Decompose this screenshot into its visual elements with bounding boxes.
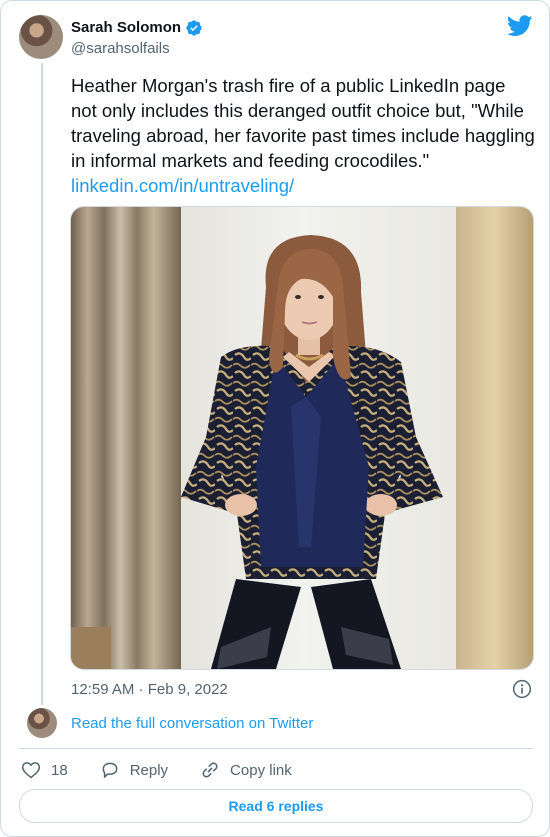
like-button[interactable]: 18 [21,760,68,780]
tweet-text: Heather Morgan's trash fire of a public … [71,73,536,198]
photo-illustration [71,207,533,669]
author-name-row[interactable]: Sarah Solomon [71,18,203,38]
tweet-photo[interactable] [70,206,534,670]
reply-avatar[interactable] [27,708,57,738]
embedded-tweet-card: Sarah Solomon @sarahsolfails Heather Mor… [0,0,550,837]
author-avatar[interactable] [19,15,63,59]
twitter-bird-icon[interactable] [507,15,533,37]
link-icon [202,762,218,778]
verified-badge-icon [186,20,202,36]
action-bar: 18 Reply Copy link [21,758,292,782]
linkedin-link[interactable]: linkedin.com/in/untraveling/ [71,175,294,196]
author-handle[interactable]: @sarahsolfails [71,39,170,59]
info-icon[interactable] [512,679,532,699]
read-full-conversation-link[interactable]: Read the full conversation on Twitter [71,714,313,734]
reply-label: Reply [129,761,169,779]
read-replies-button[interactable]: Read 6 replies [19,789,533,823]
copy-link-button[interactable]: Copy link [200,760,292,780]
author-name[interactable]: Sarah Solomon [71,18,181,38]
divider [19,748,533,749]
like-count: 18 [51,761,68,779]
tweet-body: Heather Morgan's trash fire of a public … [71,75,535,171]
heart-icon [21,762,41,779]
tweet-timestamp[interactable]: 12:59 AM · Feb 9, 2022 [71,680,228,700]
reply-bubble-icon [102,762,118,778]
reply-button[interactable]: Reply [100,760,168,780]
thread-line [41,63,43,705]
copy-link-label: Copy link [230,761,292,779]
